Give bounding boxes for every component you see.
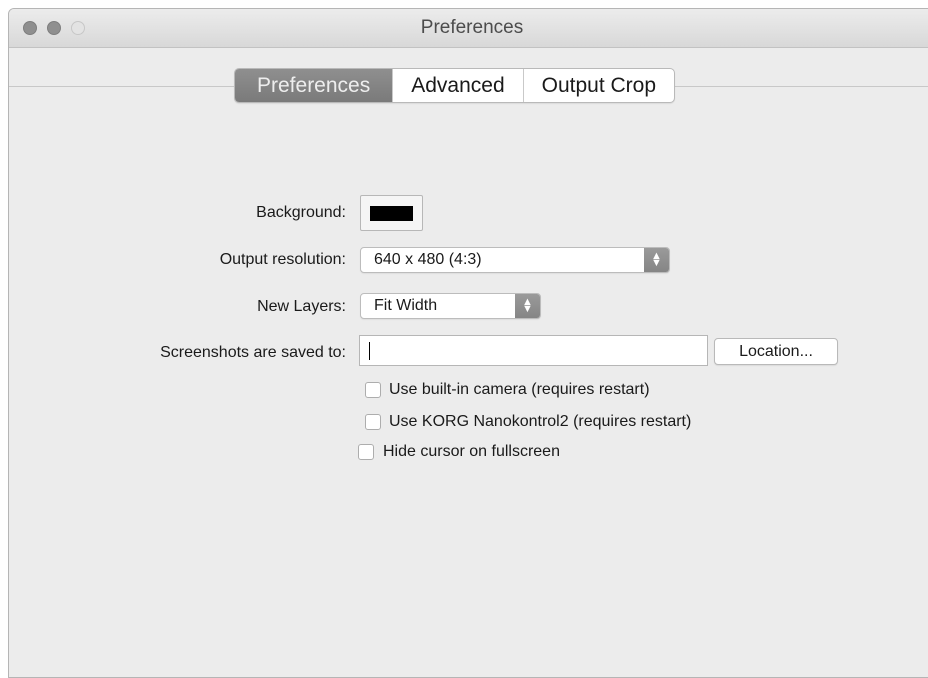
screenshots-path-input[interactable]: [359, 335, 708, 366]
new-layers-label: New Layers:: [257, 298, 346, 315]
tab-advanced[interactable]: Advanced: [393, 69, 524, 102]
korg-nanokontrol-label[interactable]: Use KORG Nanokontrol2 (requires restart): [389, 413, 691, 431]
window-title: Preferences: [420, 17, 524, 38]
text-caret: [369, 342, 370, 360]
output-resolution-value: 640 x 480 (4:3): [374, 251, 482, 268]
background-label: Background:: [256, 204, 346, 221]
preferences-window: Preferences Preferences Advanced Output …: [8, 8, 928, 678]
title-bar[interactable]: Preferences: [9, 9, 928, 48]
output-resolution-label: Output resolution:: [219, 251, 346, 268]
tab-bar: Preferences Advanced Output Crop: [234, 68, 676, 103]
background-color-swatch: [370, 206, 413, 221]
hide-cursor-checkbox[interactable]: [358, 444, 374, 460]
up-down-chevron-icon: ▲ ▼: [644, 248, 669, 272]
tab-preferences[interactable]: Preferences: [235, 69, 394, 102]
background-color-well[interactable]: [360, 195, 423, 231]
korg-nanokontrol-checkbox[interactable]: [365, 414, 381, 430]
tab-output-crop[interactable]: Output Crop: [524, 69, 674, 102]
new-layers-value: Fit Width: [374, 297, 438, 314]
screenshots-location-label: Screenshots are saved to:: [160, 344, 346, 361]
builtin-camera-label[interactable]: Use built-in camera (requires restart): [389, 381, 650, 399]
location-button[interactable]: Location...: [714, 338, 838, 365]
builtin-camera-checkbox[interactable]: [365, 382, 381, 398]
up-down-chevron-icon: ▲ ▼: [515, 294, 540, 318]
output-resolution-select[interactable]: 640 x 480 (4:3) ▲ ▼: [360, 247, 670, 273]
new-layers-select[interactable]: Fit Width ▲ ▼: [360, 293, 541, 319]
hide-cursor-label[interactable]: Hide cursor on fullscreen: [383, 443, 560, 461]
